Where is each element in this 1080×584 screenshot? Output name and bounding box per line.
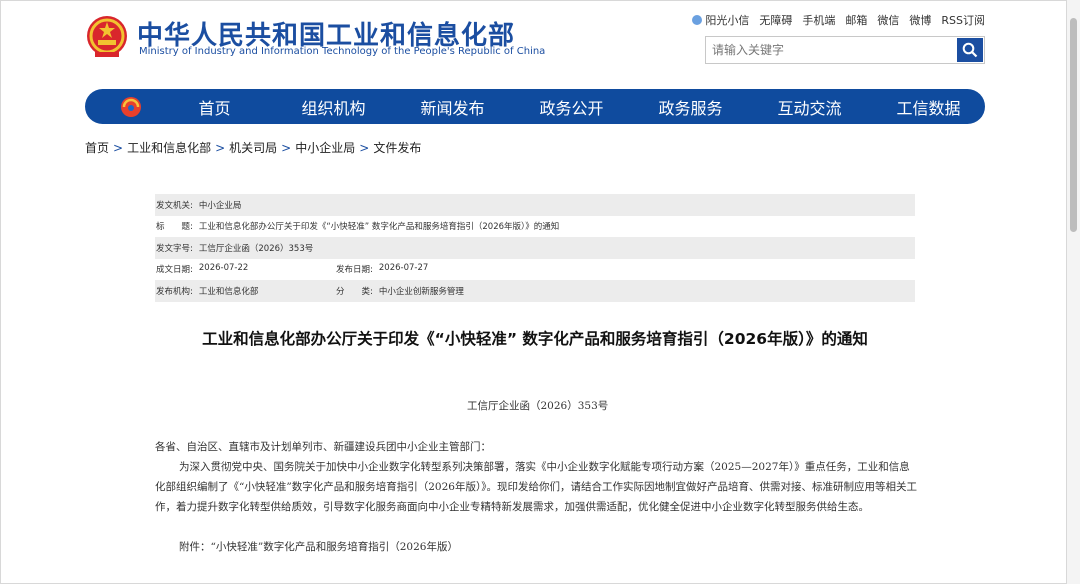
search-input[interactable]: [706, 37, 954, 63]
meta-label: 标 题:: [156, 222, 193, 233]
nav-interaction[interactable]: 互动交流: [750, 95, 869, 119]
breadcrumb-separator: >: [281, 141, 292, 155]
ministry-logo-icon: [121, 97, 141, 117]
site-header: 中华人民共和国工业和信息化部 Ministry of Industry and …: [85, 11, 985, 71]
toplink-rss[interactable]: RSS订阅: [941, 12, 985, 28]
meta-value: 工业和信息化部办公厅关于印发《“小快轻准” 数字化产品和服务培育指引（2026年…: [198, 222, 560, 233]
toplink-mail[interactable]: 邮箱: [845, 12, 867, 28]
meta-label: 成文日期:: [156, 265, 193, 276]
search-icon: [962, 42, 978, 58]
breadcrumb: 首页 > 工业和信息化部 > 机关司局 > 中小企业局 > 文件发布: [85, 139, 421, 156]
meta-row-docno: 发文字号: 工信厅企业函（2026）353号: [155, 237, 915, 259]
search-button[interactable]: [957, 38, 983, 62]
toplink-wechat[interactable]: 微信: [877, 12, 899, 28]
nav-government-services[interactable]: 政务服务: [631, 95, 750, 119]
nav-data[interactable]: 工信数据: [869, 95, 988, 119]
breadcrumb-separator: >: [359, 141, 370, 155]
meta-row-dates: 成文日期: 2026-07-22 发布日期: 2026-07-27: [155, 259, 915, 281]
toplink-mobile[interactable]: 手机端: [802, 12, 835, 28]
article-document-number: 工信厅企业函（2026）353号: [467, 400, 609, 412]
meta-value: 工业和信息化部: [198, 286, 259, 297]
meta-label: 发布日期:: [336, 265, 373, 276]
article-paragraph: 为深入贯彻党中央、国务院关于加快中小企业数字化转型系列决策部署，落实《中小企业数…: [155, 461, 917, 513]
toplink-accessibility[interactable]: 无障碍: [759, 12, 792, 28]
national-emblem-icon: [87, 16, 127, 57]
top-links: 阳光小信 无障碍 手机端 邮箱 微信 微博 RSS订阅: [692, 12, 985, 28]
meta-row-agency: 发布机构: 工业和信息化部 分 类: 中小企业创新服务管理: [155, 280, 915, 302]
sunshine-icon: [692, 15, 703, 25]
meta-label: 发文字号:: [156, 243, 193, 254]
scrollbar-thumb[interactable]: [1070, 18, 1077, 232]
meta-row-issuer: 发文机关: 中小企业局: [155, 194, 915, 216]
meta-label: 分 类:: [336, 286, 373, 297]
meta-label: 发布机构:: [156, 286, 193, 297]
toplink-sunshine[interactable]: 阳光小信: [692, 12, 749, 28]
ministry-title-en: Ministry of Industry and Information Tec…: [139, 46, 546, 57]
article-body: 各省、自治区、直辖市及计划单列市、新疆建设兵团中小企业主管部门： 为深入贯彻党中…: [155, 437, 917, 557]
article-title: 工业和信息化部办公厅关于印发《“小快轻准” 数字化产品和服务培育指引（2026年…: [202, 330, 868, 348]
nav-home[interactable]: 首页: [155, 95, 274, 119]
breadcrumb-home[interactable]: 首页: [85, 141, 109, 155]
nav-news[interactable]: 新闻发布: [393, 95, 512, 119]
meta-value: 2026-07-22: [198, 263, 249, 274]
nav-organization[interactable]: 组织机构: [274, 95, 393, 119]
meta-label: 发文机关:: [156, 200, 193, 211]
vertical-scrollbar[interactable]: [1067, 0, 1080, 584]
meta-value: 2026-07-27: [378, 263, 429, 274]
meta-value: 中小企业局: [198, 200, 242, 211]
search-box: [705, 36, 985, 64]
breadcrumb-separator: >: [113, 141, 124, 155]
breadcrumb-departments[interactable]: 机关司局: [229, 141, 277, 155]
document-metadata: 发文机关: 中小企业局 标 题: 工业和信息化部办公厅关于印发《“小快轻准” 数字化…: [155, 194, 915, 302]
article-attachment-link[interactable]: 附件：“小快轻准”数字化产品和服务培育指引（2026年版）: [155, 537, 917, 557]
article-salutation: 各省、自治区、直辖市及计划单列市、新疆建设兵团中小企业主管部门：: [155, 441, 491, 453]
toplink-weibo[interactable]: 微博: [909, 12, 931, 28]
main-nav: 首页 组织机构 新闻发布 政务公开 政务服务 互动交流 工信数据: [85, 89, 985, 124]
browser-page: 中华人民共和国工业和信息化部 Ministry of Industry and …: [0, 0, 1067, 584]
meta-row-title: 标 题: 工业和信息化部办公厅关于印发《“小快轻准” 数字化产品和服务培育指引（2…: [155, 216, 915, 238]
breadcrumb-sme-bureau[interactable]: 中小企业局: [295, 141, 355, 155]
breadcrumb-documents[interactable]: 文件发布: [373, 141, 421, 155]
breadcrumb-ministry[interactable]: 工业和信息化部: [127, 141, 211, 155]
meta-value: 工信厅企业函（2026）353号: [198, 243, 314, 254]
nav-government-affairs[interactable]: 政务公开: [512, 95, 631, 119]
breadcrumb-separator: >: [215, 141, 226, 155]
meta-value: 中小企业创新服务管理: [378, 286, 464, 297]
